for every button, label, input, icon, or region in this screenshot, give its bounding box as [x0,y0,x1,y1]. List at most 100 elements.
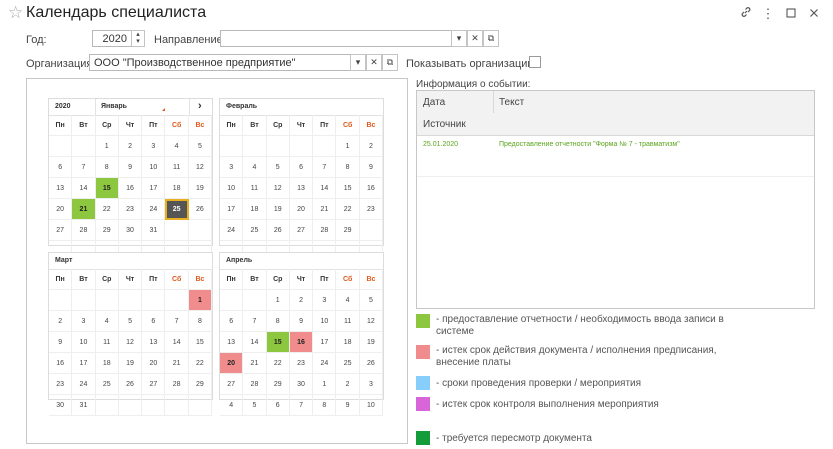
day-cell[interactable]: 24 [220,220,244,241]
day-cell[interactable]: 29 [266,374,290,395]
day-cell[interactable]: 9 [118,157,143,178]
day-cell[interactable]: 31 [72,395,96,416]
day-cell[interactable]: 29 [188,374,213,395]
day-cell[interactable]: 6 [266,395,290,416]
day-cell[interactable]: 8 [95,157,119,178]
day-cell[interactable]: 4 [336,290,360,311]
close-icon[interactable] [806,6,822,21]
day-cell[interactable]: 2 [118,136,143,157]
more-icon[interactable]: ⋮ [760,6,776,22]
day-cell[interactable]: 14 [165,332,189,353]
day-cell[interactable]: 13 [142,332,166,353]
day-cell[interactable]: 2 [289,290,314,311]
day-cell[interactable]: 1 [313,374,337,395]
day-cell[interactable]: 5 [359,290,384,311]
direction-input[interactable] [220,30,452,47]
day-cell[interactable]: 3 [72,311,96,332]
day-cell[interactable]: 4 [220,395,244,416]
day-cell[interactable]: 15 [266,332,290,353]
day-cell[interactable]: 9 [49,332,73,353]
day-cell[interactable]: 20 [289,199,314,220]
day-cell[interactable]: 13 [289,178,314,199]
column-date-header[interactable]: Дата [423,97,445,108]
day-cell[interactable]: 9 [359,157,384,178]
day-cell[interactable]: 21 [313,199,337,220]
day-cell[interactable]: 9 [289,311,314,332]
day-cell[interactable]: 7 [289,395,314,416]
day-cell[interactable]: 15 [336,178,360,199]
day-cell[interactable]: 1 [336,136,360,157]
organization-clear-button[interactable]: ✕ [366,54,382,71]
day-cell[interactable]: 7 [72,157,96,178]
day-cell[interactable]: 20 [220,353,244,374]
day-cell[interactable]: 11 [165,157,189,178]
day-cell[interactable]: 2 [49,311,73,332]
day-cell[interactable]: 19 [359,332,384,353]
day-cell[interactable]: 7 [165,311,189,332]
day-cell[interactable]: 14 [313,178,337,199]
day-cell[interactable]: 11 [336,311,360,332]
day-cell[interactable]: 6 [142,311,166,332]
day-cell[interactable]: 14 [72,178,96,199]
favorite-star-icon[interactable]: ☆ [8,3,23,23]
day-cell[interactable]: 26 [359,353,384,374]
year-input[interactable]: 2020 [92,30,132,47]
day-cell[interactable]: 28 [165,374,189,395]
day-cell[interactable]: 25 [95,374,119,395]
day-cell[interactable]: 4 [243,157,267,178]
day-cell[interactable]: 27 [142,374,166,395]
day-cell[interactable]: 30 [289,374,314,395]
day-cell[interactable]: 31 [142,220,166,241]
day-cell[interactable]: 25 [336,353,360,374]
day-cell[interactable]: 1 [188,290,213,311]
day-cell[interactable]: 25 [243,220,267,241]
day-cell[interactable]: 4 [95,311,119,332]
day-cell[interactable]: 23 [49,374,73,395]
day-cell[interactable]: 2 [359,136,384,157]
day-cell[interactable]: 6 [49,157,73,178]
day-cell[interactable]: 2 [336,374,360,395]
day-cell[interactable]: 9 [336,395,360,416]
direction-clear-button[interactable]: ✕ [467,30,483,47]
day-cell[interactable]: 10 [220,178,244,199]
day-cell[interactable]: 21 [72,199,96,220]
day-cell[interactable]: 8 [266,311,290,332]
direction-dropdown-button[interactable]: ▾ [451,30,467,47]
day-cell[interactable]: 12 [188,157,213,178]
day-cell[interactable]: 24 [72,374,96,395]
day-cell[interactable]: 22 [188,353,213,374]
day-cell[interactable]: 3 [220,157,244,178]
day-cell[interactable]: 15 [95,178,119,199]
day-cell[interactable]: 3 [359,374,384,395]
day-cell[interactable]: 12 [266,178,290,199]
day-cell[interactable]: 19 [118,353,143,374]
day-cell[interactable]: 27 [220,374,244,395]
day-cell[interactable]: 11 [243,178,267,199]
day-cell[interactable]: 10 [142,157,166,178]
day-cell[interactable]: 5 [118,311,143,332]
day-cell[interactable]: 26 [266,220,290,241]
day-cell[interactable]: 20 [142,353,166,374]
day-cell[interactable]: 18 [336,332,360,353]
day-cell[interactable]: 8 [313,395,337,416]
day-cell[interactable]: 28 [243,374,267,395]
day-cell[interactable]: 1 [95,136,119,157]
day-cell[interactable]: 7 [313,157,337,178]
day-cell[interactable]: 16 [118,178,143,199]
day-cell[interactable]: 29 [336,220,360,241]
organization-input[interactable]: ООО "Производственное предприятие" [89,54,351,71]
month-name[interactable]: Январь [101,103,127,110]
day-cell[interactable]: 19 [266,199,290,220]
show-organization-checkbox[interactable] [529,56,541,68]
day-cell[interactable]: 10 [313,311,337,332]
day-cell[interactable]: 18 [95,353,119,374]
day-cell[interactable]: 27 [289,220,314,241]
day-cell[interactable]: 23 [359,199,384,220]
next-month-button[interactable]: › [198,100,202,112]
day-cell[interactable]: 14 [243,332,267,353]
day-cell[interactable]: 17 [313,332,337,353]
day-cell[interactable]: 17 [72,353,96,374]
day-cell[interactable]: 21 [165,353,189,374]
day-cell[interactable]: 19 [188,178,213,199]
day-cell[interactable]: 16 [359,178,384,199]
